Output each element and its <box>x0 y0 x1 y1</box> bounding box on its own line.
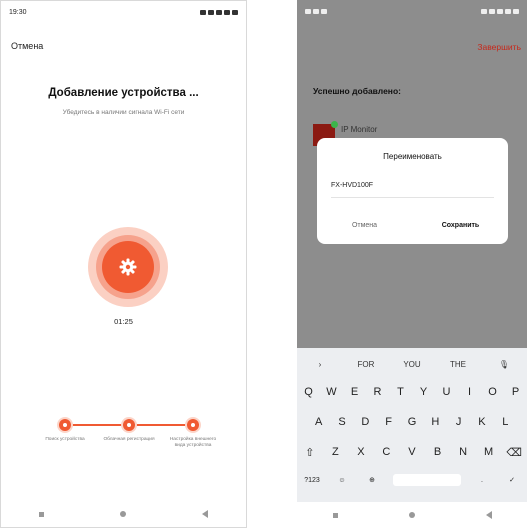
keyboard-row-4: ?123 ☺ ⊕ . ✓ <box>297 474 527 486</box>
key[interactable]: N <box>454 446 472 459</box>
status-icons <box>200 9 238 15</box>
step-label-setup: Настройка внешнего вида устройства <box>169 437 217 448</box>
key[interactable]: V <box>403 446 421 459</box>
numbers-key[interactable]: ?123 <box>303 477 321 484</box>
key[interactable]: D <box>356 416 374 428</box>
keyboard-row-2: A S D F G H J K L <box>297 416 527 428</box>
key[interactable]: G <box>403 416 421 428</box>
key[interactable]: L <box>496 416 514 428</box>
key[interactable]: Z <box>326 446 344 459</box>
status-icons <box>481 8 519 14</box>
key[interactable]: X <box>352 446 370 459</box>
space-bar[interactable] <box>393 474 461 486</box>
key[interactable]: U <box>438 386 456 398</box>
step-label-search: Поиск устройства <box>45 437 85 442</box>
key[interactable]: Q <box>300 386 318 398</box>
system-nav-bar <box>1 501 246 527</box>
step-dot-search <box>59 419 71 431</box>
suggestion-bar: › FOR YOU THE 🎙 <box>297 354 527 374</box>
device-name: IP Monitor <box>341 125 378 134</box>
device-name-input[interactable]: FX-HVD100F <box>331 182 494 198</box>
key[interactable]: O <box>484 386 502 398</box>
key[interactable]: H <box>426 416 444 428</box>
status-bar: 19:30 <box>1 1 246 23</box>
rename-dialog: Переименовать FX-HVD100F Отмена Сохранит… <box>317 138 508 244</box>
key[interactable]: C <box>377 446 395 459</box>
key[interactable]: K <box>473 416 491 428</box>
home-icon[interactable] <box>120 511 126 517</box>
enter-icon[interactable]: ✓ <box>503 476 521 484</box>
globe-icon[interactable]: ⊕ <box>363 476 381 484</box>
system-nav-bar <box>297 502 527 528</box>
phone-screen-rename-device: Завершить Успешно добавлено: IP Monitor … <box>297 0 527 528</box>
microphone-icon[interactable]: 🎙 <box>481 360 527 369</box>
emoji-icon[interactable]: ☺ <box>333 477 351 484</box>
keyboard-row-1: Q W E R T Y U I O P <box>297 386 527 398</box>
chevron-right-icon[interactable]: › <box>297 360 343 369</box>
cancel-button[interactable]: Отмена <box>11 41 43 51</box>
dialog-save-button[interactable]: Сохранить <box>413 222 508 229</box>
back-icon[interactable] <box>202 510 208 518</box>
key[interactable]: Y <box>415 386 433 398</box>
shift-icon[interactable]: ⇧ <box>301 446 319 459</box>
finish-button[interactable]: Завершить <box>477 42 521 52</box>
on-screen-keyboard: › FOR YOU THE 🎙 Q W E R T Y U I O P A S … <box>297 348 527 502</box>
step-label-cloud: Облачная регистрация <box>103 437 155 442</box>
key[interactable]: S <box>333 416 351 428</box>
suggestion-item[interactable]: THE <box>435 360 481 369</box>
key[interactable]: I <box>461 386 479 398</box>
backspace-icon[interactable]: ⌫ <box>505 446 523 459</box>
success-heading: Успешно добавлено: <box>313 86 401 96</box>
keyboard-row-3: ⇧ Z X C V B N M ⌫ <box>297 446 527 459</box>
status-bar <box>297 0 527 22</box>
key[interactable]: J <box>450 416 468 428</box>
period-key[interactable]: . <box>473 477 491 484</box>
suggestion-item[interactable]: FOR <box>343 360 389 369</box>
key[interactable]: W <box>323 386 341 398</box>
phone-screen-adding-device: 19:30 Отмена Добавление устройства ... У… <box>0 0 247 528</box>
status-time: 19:30 <box>9 8 27 16</box>
key[interactable]: E <box>346 386 364 398</box>
key[interactable]: P <box>507 386 525 398</box>
key[interactable]: A <box>310 416 328 428</box>
key[interactable]: B <box>429 446 447 459</box>
status-left-icons <box>305 8 327 14</box>
dialog-cancel-button[interactable]: Отмена <box>317 222 412 229</box>
suggestion-item[interactable]: YOU <box>389 360 435 369</box>
key[interactable]: F <box>380 416 398 428</box>
countdown-timer: 01:25 <box>114 317 133 326</box>
home-icon[interactable] <box>408 512 415 518</box>
page-subtitle: Убедитесь в наличии сигнала Wi-Fi сети <box>62 109 185 116</box>
recent-apps-icon[interactable] <box>39 511 44 517</box>
key[interactable]: M <box>480 446 498 459</box>
back-icon[interactable] <box>485 511 492 519</box>
recent-apps-icon[interactable] <box>332 512 338 518</box>
step-dot-cloud <box>123 419 135 431</box>
step-dot-setup <box>187 419 199 431</box>
gear-icon <box>102 241 154 293</box>
key[interactable]: T <box>392 386 410 398</box>
key[interactable]: R <box>369 386 387 398</box>
dialog-title: Переименовать <box>383 152 442 161</box>
page-title: Добавление устройства ... <box>48 87 199 99</box>
